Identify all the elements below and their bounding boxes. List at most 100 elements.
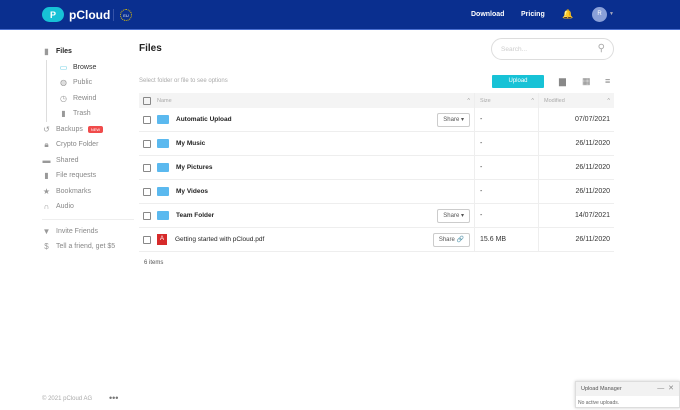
table-row[interactable]: Automatic Upload Share ▾ - 07/07/2021 — [139, 108, 614, 132]
file-size: - — [480, 140, 483, 147]
folder-icon — [157, 163, 169, 172]
pdf-icon: A — [157, 234, 167, 245]
share-button[interactable]: Share ▾ — [437, 209, 470, 223]
sidebar-item-crypto[interactable]: 🔒︎ Crypto Folder — [42, 137, 134, 153]
sidebar-item-browse[interactable]: ▭ Browse — [59, 60, 134, 76]
file-size: - — [480, 212, 483, 219]
file-request-icon: ▮ — [44, 171, 49, 181]
sidebar-item-rewind[interactable]: ◷ Rewind — [59, 91, 134, 107]
download-link[interactable]: Download — [471, 11, 504, 18]
modified-date: 26/11/2020 — [575, 140, 610, 147]
folder-icon — [157, 115, 169, 124]
logo-text: pCloud — [69, 7, 111, 22]
sidebar-item-public[interactable]: ◍ Public — [59, 75, 134, 91]
star-icon: ★ — [42, 186, 51, 196]
sidebar: ▮ Files ▭ Browse ◍ Public ◷ Rewind ▮ Trash ↺ B… — [42, 44, 134, 255]
sidebar-item-referral[interactable]: $ Tell a friend, get $5 — [42, 239, 134, 255]
more-icon[interactable]: ••• — [109, 393, 118, 403]
trophy-icon: ▼ — [42, 226, 51, 236]
file-icon: ▮ — [44, 47, 49, 57]
file-name[interactable]: My Music — [176, 140, 205, 147]
browse-icon: ▭ — [59, 62, 68, 72]
top-bar: PpCloud EU Download Pricing 🔔 R ▼ — [0, 0, 680, 30]
modified-date: 26/11/2020 — [575, 164, 610, 171]
pcloud-logo[interactable]: PpCloud — [42, 7, 110, 22]
row-checkbox[interactable] — [143, 187, 151, 196]
row-checkbox[interactable] — [143, 163, 151, 172]
file-size: - — [480, 188, 483, 195]
folder-icon — [157, 187, 169, 196]
upload-button[interactable]: Upload — [492, 75, 544, 88]
grid-view-icon[interactable]: ▦ — [582, 76, 591, 87]
divider — [113, 9, 114, 21]
share-button[interactable]: Share 🔗 — [432, 233, 470, 247]
file-size: - — [480, 116, 483, 123]
sort-arrow-icon[interactable]: ^ — [607, 98, 610, 104]
file-name[interactable]: Automatic Upload — [176, 116, 232, 123]
file-table: Name ^ Size ^ Modified ^ Automatic Upload Sh… — [139, 93, 614, 252]
page-title: Files — [139, 43, 162, 54]
folder-icon — [157, 139, 169, 148]
sort-arrow-icon[interactable]: ^ — [531, 98, 534, 104]
new-badge: NEW — [87, 125, 104, 133]
label: Shared — [56, 156, 79, 164]
select-all-checkbox[interactable] — [143, 96, 151, 105]
sidebar-item-files[interactable]: ▮ Files — [42, 44, 134, 60]
file-name[interactable]: Team Folder — [176, 212, 214, 219]
label: Tell a friend, get $5 — [56, 243, 116, 251]
sidebar-item-bookmarks[interactable]: ★ Bookmarks — [42, 184, 134, 200]
file-size: - — [480, 164, 483, 171]
label: Backups — [56, 125, 83, 133]
column-name[interactable]: Name — [157, 98, 172, 104]
shared-folder-icon: ▬ — [42, 155, 51, 165]
trash-icon: ▮ — [61, 109, 66, 119]
headphones-icon: ∩ — [43, 202, 50, 212]
sidebar-item-shared[interactable]: ▬ Shared — [42, 153, 134, 169]
sort-icon[interactable]: ≡ — [605, 76, 610, 86]
sort-arrow-icon[interactable]: ^ — [467, 98, 470, 104]
sidebar-item-file-requests[interactable]: ▮ File requests — [42, 168, 134, 184]
sidebar-item-backups[interactable]: ↺ Backups NEW — [42, 122, 134, 138]
chevron-down-icon[interactable]: ▼ — [609, 11, 614, 17]
label: Crypto Folder — [56, 141, 99, 149]
eu-region-icon: EU — [120, 9, 132, 21]
column-modified[interactable]: Modified — [544, 98, 565, 104]
row-checkbox[interactable] — [143, 139, 151, 148]
table-row[interactable]: Team Folder Share ▾ - 14/07/2021 — [139, 204, 614, 228]
minimize-close-icons[interactable]: — ✕ — [657, 384, 674, 392]
table-row[interactable]: My Pictures - 26/11/2020 — [139, 156, 614, 180]
share-button[interactable]: Share ▾ — [437, 113, 470, 127]
file-name[interactable]: Getting started with pCloud.pdf — [175, 236, 264, 243]
selection-hint: Select folder or file to see options — [139, 78, 228, 84]
sidebar-item-audio[interactable]: ∩ Audio — [42, 199, 134, 215]
file-name[interactable]: My Pictures — [176, 164, 213, 171]
row-checkbox[interactable] — [143, 115, 151, 124]
label: Files — [56, 48, 72, 56]
avatar[interactable]: R — [592, 7, 607, 22]
table-row[interactable]: My Music - 26/11/2020 — [139, 132, 614, 156]
file-name[interactable]: My Videos — [176, 188, 208, 195]
table-row[interactable]: A Getting started with pCloud.pdf Share 🔗 1… — [139, 228, 614, 252]
search-placeholder: Search... — [501, 46, 528, 53]
folder-icon — [157, 211, 169, 220]
dollar-icon: $ — [44, 242, 49, 252]
label: Bookmarks — [56, 187, 92, 195]
pricing-link[interactable]: Pricing — [521, 11, 545, 18]
sidebar-item-trash[interactable]: ▮ Trash — [59, 106, 134, 122]
table-row[interactable]: My Videos - 26/11/2020 — [139, 180, 614, 204]
search-input[interactable]: Search... ⚲ — [491, 38, 614, 60]
search-icon[interactable]: ⚲ — [598, 43, 605, 54]
modified-date: 26/11/2020 — [575, 236, 610, 243]
label: Browse — [73, 63, 97, 71]
file-size: 15.6 MB — [480, 236, 507, 243]
column-size[interactable]: Size — [480, 98, 491, 104]
sidebar-item-invite[interactable]: ▼ Invite Friends — [42, 224, 134, 240]
backup-icon: ↺ — [43, 124, 50, 134]
clock-icon: ◷ — [60, 93, 67, 103]
bell-icon[interactable]: 🔔 — [562, 9, 573, 20]
new-folder-icon[interactable]: ▆ — [559, 76, 566, 87]
row-checkbox[interactable] — [143, 211, 151, 220]
label: Rewind — [73, 94, 97, 102]
row-checkbox[interactable] — [143, 235, 151, 244]
copyright: © 2021 pCloud AG — [42, 396, 93, 402]
